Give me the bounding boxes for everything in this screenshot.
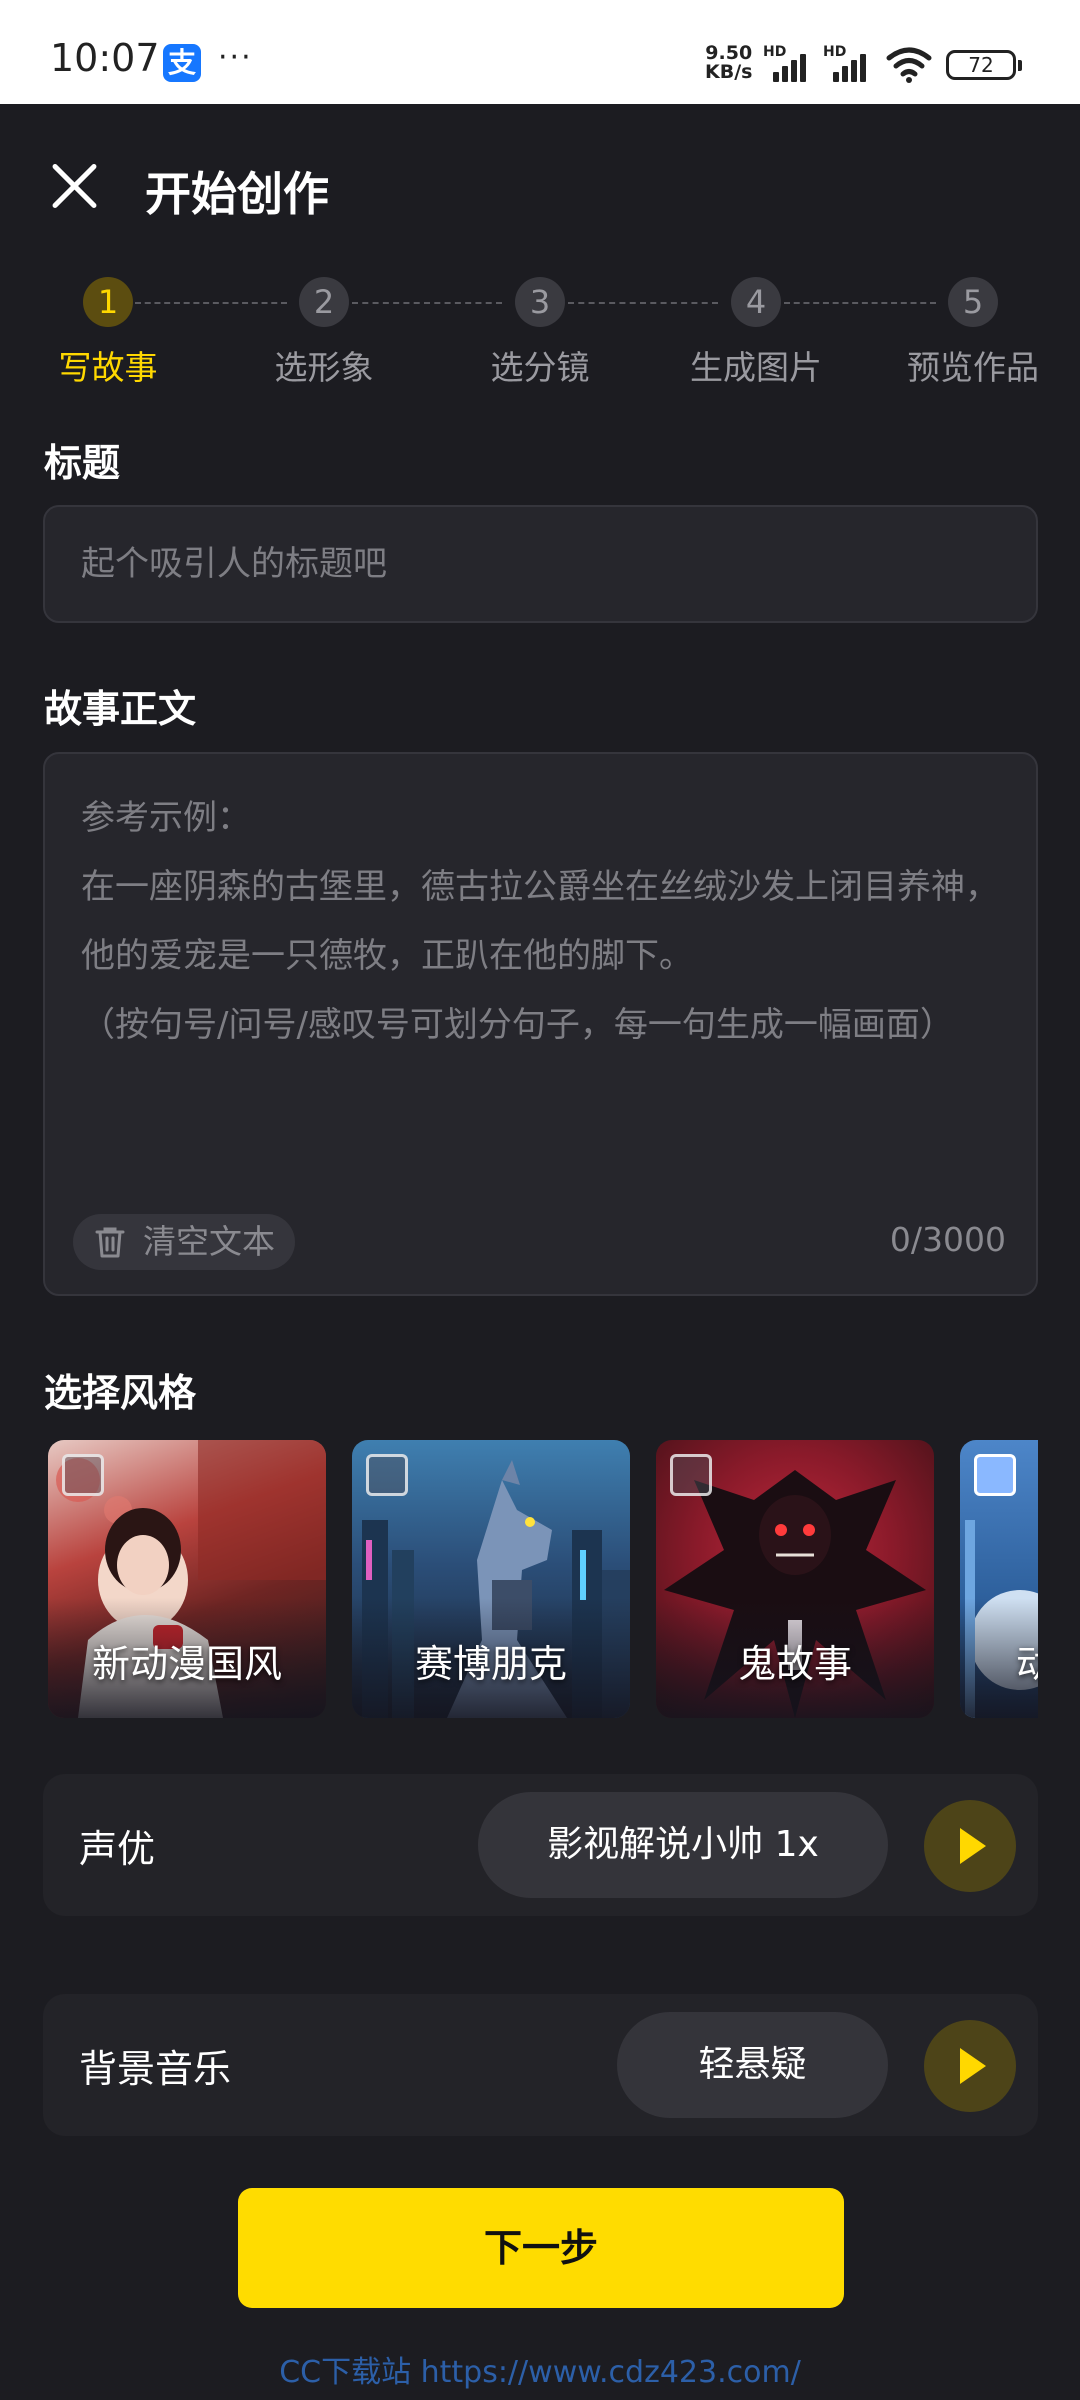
music-play-button[interactable] — [924, 2020, 1016, 2112]
story-textarea[interactable]: 参考示例： 在一座阴森的古堡里，德古拉公爵坐在丝绒沙发上闭目养神，他的爱宠是一只… — [43, 752, 1038, 1296]
voice-option-row: 声优 影视解说小帅 1x — [43, 1774, 1038, 1916]
step-choose-storyboard[interactable]: 3 选分镜 — [460, 272, 620, 389]
status-time: 10:07 — [50, 36, 160, 80]
style-card-cyberpunk[interactable]: 赛博朋克 — [352, 1440, 630, 1718]
wifi-icon — [886, 47, 932, 83]
style-card-new-anime-guofeng[interactable]: 新动漫国风 — [48, 1440, 326, 1718]
clear-text-label: 清空文本 — [143, 1222, 275, 1261]
alipay-notification-icon: 支 — [163, 44, 201, 82]
step-label: 选形象 — [274, 348, 374, 387]
story-placeholder: 参考示例： 在一座阴森的古堡里，德古拉公爵坐在丝绒沙发上闭目养神，他的爱宠是一只… — [81, 784, 1001, 1060]
music-label: 背景音乐 — [79, 2047, 232, 2091]
placeholder-line: 在一座阴森的古堡里，德古拉公爵坐在丝绒沙发上闭目养神，他的爱宠是一只德牧，正趴在… — [81, 867, 999, 976]
step-number: 2 — [299, 277, 349, 327]
step-label: 生成图片 — [690, 348, 822, 387]
step-number: 4 — [731, 277, 781, 327]
step-choose-character[interactable]: 2 选形象 — [244, 272, 404, 389]
play-icon — [960, 2048, 986, 2084]
step-label: 选分镜 — [490, 348, 590, 387]
step-number: 1 — [83, 277, 133, 327]
step-label: 预览作品 — [907, 348, 1039, 387]
network-speed: 9.50 KB/s — [705, 44, 752, 82]
progress-stepper: 1 写故事 2 选形象 3 选分镜 4 生成图片 5 预览作品 — [0, 272, 1080, 392]
signal-strength-icon-2: HD — [823, 44, 873, 82]
style-checkbox[interactable] — [366, 1454, 408, 1496]
title-field-container — [43, 505, 1038, 623]
story-section-label: 故事正文 — [44, 687, 197, 731]
step-label: 写故事 — [58, 348, 158, 387]
signal-strength-icon: HD — [763, 44, 813, 82]
style-card-ghost-story[interactable]: 鬼故事 — [656, 1440, 934, 1718]
title-section-label: 标题 — [44, 441, 121, 485]
network-speed-unit: KB/s — [705, 61, 753, 83]
watermark: CC下载站 https://www.cdz423.com/ — [279, 2355, 801, 2390]
style-carousel[interactable]: 新动漫国风 赛博朋克 鬼故事 动 — [44, 1440, 1038, 1720]
title-input[interactable] — [45, 507, 1036, 621]
style-name: 赛博朋克 — [414, 1642, 567, 1686]
placeholder-line: （按句号/问号/感叹号可划分句子，每一句生成一幅画面） — [81, 1005, 954, 1045]
next-step-button[interactable]: 下一步 — [238, 2188, 844, 2308]
style-checkbox[interactable] — [62, 1454, 104, 1496]
character-count: 0/3000 — [889, 1220, 1006, 1259]
close-icon[interactable] — [48, 160, 100, 212]
placeholder-line: 参考示例： — [81, 798, 251, 838]
music-selector[interactable]: 轻悬疑 — [617, 2012, 888, 2118]
voice-label: 声优 — [79, 1827, 156, 1871]
music-option-row: 背景音乐 轻悬疑 — [43, 1994, 1038, 2136]
step-generate-images[interactable]: 4 生成图片 — [676, 272, 836, 389]
style-name: 新动漫国风 — [91, 1642, 282, 1686]
step-write-story[interactable]: 1 写故事 — [28, 272, 188, 389]
step-number: 5 — [948, 277, 998, 327]
hd-label-2: HD — [823, 44, 847, 60]
style-checkbox[interactable] — [670, 1454, 712, 1496]
voice-play-button[interactable] — [924, 1800, 1016, 1892]
step-preview[interactable]: 5 预览作品 — [893, 272, 1053, 389]
step-number: 3 — [515, 277, 565, 327]
style-checkbox[interactable] — [974, 1454, 1016, 1496]
more-notifications-icon: ··· — [218, 40, 253, 75]
clear-text-button[interactable]: 清空文本 — [73, 1214, 295, 1270]
play-icon — [960, 1828, 986, 1864]
page-title: 开始创作 — [145, 167, 329, 221]
style-name: 动 — [1016, 1642, 1038, 1686]
voice-selector[interactable]: 影视解说小帅 1x — [478, 1792, 888, 1898]
style-name: 鬼故事 — [737, 1642, 852, 1686]
hd-label: HD — [763, 44, 787, 60]
battery-icon: 72 — [946, 50, 1022, 80]
trash-icon — [95, 1227, 125, 1258]
style-section-label: 选择风格 — [44, 1371, 197, 1415]
style-card-anime[interactable]: 动 — [960, 1440, 1038, 1718]
status-bar: 10:07 支 ··· 9.50 KB/s HD HD 72 — [0, 0, 1080, 104]
